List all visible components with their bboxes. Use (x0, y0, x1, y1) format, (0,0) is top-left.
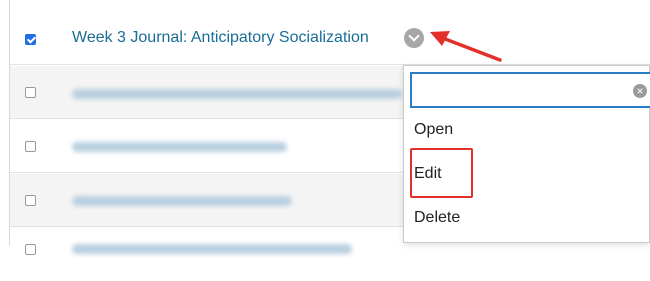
item-title-link[interactable]: Week 3 Journal: Anticipatory Socializati… (72, 28, 369, 48)
blurred-item-title (72, 196, 292, 206)
menu-search-field[interactable]: × (410, 72, 650, 108)
menu-item-delete[interactable]: Delete (414, 207, 460, 229)
annotation-highlight-box (410, 148, 473, 198)
chevron-down-icon[interactable] (404, 28, 424, 48)
row-checkbox[interactable] (25, 87, 36, 98)
menu-item-open[interactable]: Open (414, 119, 453, 141)
arrow-icon (430, 31, 502, 62)
row-checkbox[interactable] (25, 195, 36, 206)
row-checkbox[interactable] (25, 141, 36, 152)
row-checkbox[interactable] (25, 34, 36, 45)
clear-icon[interactable]: × (633, 84, 647, 98)
menu-search-input[interactable] (418, 80, 622, 102)
blurred-item-title (72, 89, 402, 99)
blurred-item-title (72, 142, 287, 152)
